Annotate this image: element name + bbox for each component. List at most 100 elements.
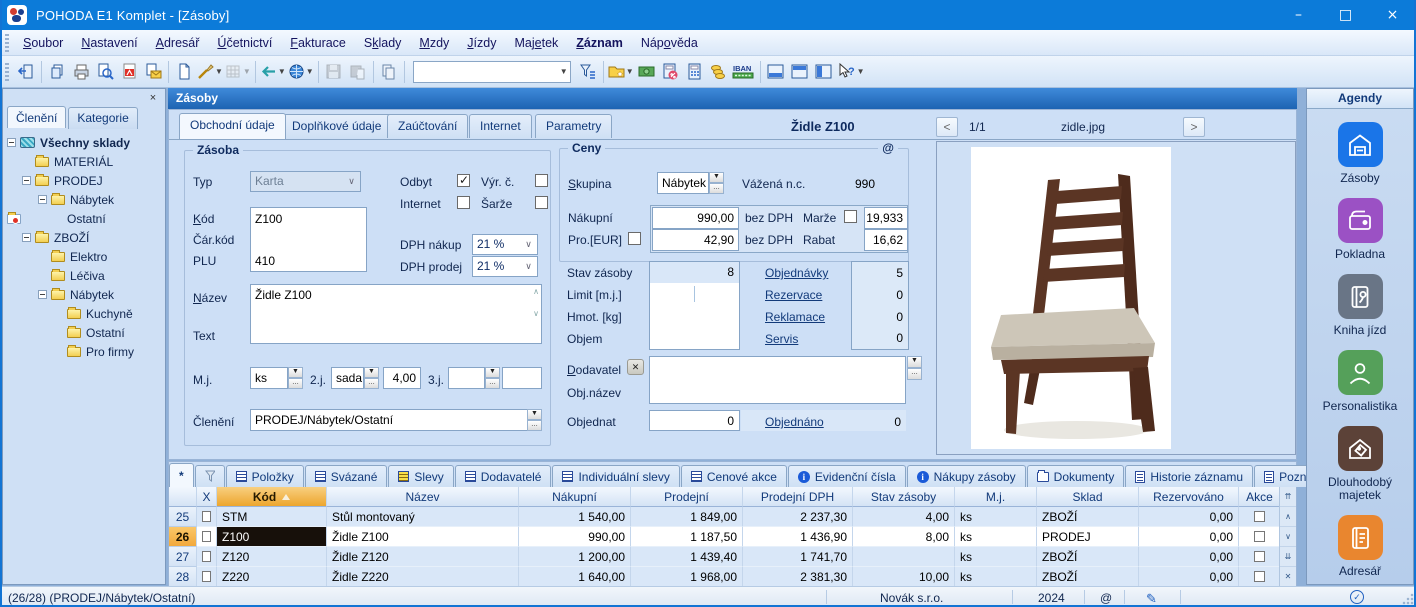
collapse-icon[interactable]: [38, 195, 47, 204]
panel-main-button[interactable]: [788, 60, 812, 84]
rezervovano-cell[interactable]: 0,00: [1139, 507, 1239, 527]
menu-napoveda[interactable]: Nápověda: [632, 32, 707, 54]
kod-cell[interactable]: Z220: [217, 567, 327, 587]
akce-cell[interactable]: [1239, 547, 1281, 567]
agenda-dlouhodoby-majetek[interactable]: Dlouhodobý majetek: [1307, 426, 1413, 502]
more-button[interactable]: …: [709, 183, 724, 194]
collapse-icon[interactable]: [22, 176, 31, 185]
nakupni-header[interactable]: Nákupní: [519, 487, 631, 507]
akce-checkbox[interactable]: [1254, 571, 1265, 582]
table-row-selected[interactable]: 26 Z100 Židle Z100 990,00 1 187,50 1 436…: [169, 527, 1281, 547]
table-row[interactable]: 27 Z120 Židle Z120 1 200,00 1 439,40 1 7…: [169, 547, 1281, 567]
menu-majetek[interactable]: Majetek: [505, 32, 567, 54]
agenda-adresar[interactable]: Adresář: [1307, 515, 1413, 578]
supplier-clear-icon[interactable]: ✕: [627, 359, 644, 375]
tab-parametry[interactable]: Parametry: [535, 114, 612, 138]
exit-agenda-button[interactable]: [14, 60, 38, 84]
skupina-buttons[interactable]: ▼…: [709, 172, 724, 194]
akce-cell[interactable]: [1239, 507, 1281, 527]
mail-document-button[interactable]: [141, 60, 165, 84]
menu-sklady[interactable]: Sklady: [355, 32, 411, 54]
tree-item-elektro[interactable]: Elektro: [7, 247, 161, 266]
sklad-cell[interactable]: PRODEJ: [1037, 527, 1139, 547]
table-row[interactable]: 28 Z220 Židle Z220 1 640,00 1 968,00 2 3…: [169, 567, 1281, 587]
dropdown-button[interactable]: ▼: [527, 409, 542, 420]
nakupni-cell[interactable]: 1 640,00: [519, 567, 631, 587]
tab-cleneni[interactable]: Členění: [7, 106, 66, 128]
resize-grip[interactable]: [1402, 593, 1414, 605]
cleneni-input[interactable]: PRODEJ/Nábytek/Ostatní: [250, 409, 542, 431]
rezervace-link[interactable]: Rezervace: [765, 288, 822, 302]
prodejni-dph-cell[interactable]: 1 741,70: [743, 547, 853, 567]
scroll-up-icon[interactable]: ∧: [1280, 507, 1296, 527]
print-button[interactable]: [69, 60, 93, 84]
prodejni-header[interactable]: Prodejní: [631, 487, 743, 507]
print-preview-button[interactable]: [93, 60, 117, 84]
iban-button[interactable]: IBAN: [731, 60, 757, 84]
nakupni-cell[interactable]: 1 200,00: [519, 547, 631, 567]
more-button[interactable]: …: [907, 368, 922, 380]
menu-soubor[interactable]: Soubor: [14, 32, 72, 54]
tab-dokumenty[interactable]: Dokumenty: [1027, 465, 1125, 487]
back-button[interactable]: ▼: [259, 60, 287, 84]
status-year[interactable]: 2024: [1038, 591, 1065, 605]
mj2-coef-input[interactable]: 4,00: [383, 367, 421, 389]
mj-cell[interactable]: ks: [955, 567, 1037, 587]
tree-item-prodej-nabytek[interactable]: Nábytek: [7, 190, 161, 209]
rezervovano-cell[interactable]: 0,00: [1139, 527, 1239, 547]
cash-button[interactable]: [635, 60, 659, 84]
new-record-button[interactable]: [172, 60, 196, 84]
reklamace-link[interactable]: Reklamace: [765, 310, 825, 324]
rezervovano-header[interactable]: Rezervováno: [1139, 487, 1239, 507]
row-checkbox[interactable]: [202, 531, 211, 542]
menu-jizdy[interactable]: Jízdy: [458, 32, 505, 54]
skupina-input[interactable]: Nábytek: [657, 172, 709, 194]
mj-cell[interactable]: ks: [955, 507, 1037, 527]
kod-cell-active[interactable]: Z100: [217, 527, 327, 547]
panel-bottom-button[interactable]: [764, 60, 788, 84]
agenda-pokladna[interactable]: Pokladna: [1307, 198, 1413, 261]
menu-zaznam[interactable]: Záznam: [567, 32, 632, 54]
mj-header[interactable]: M.j.: [955, 487, 1037, 507]
more-button[interactable]: …: [485, 378, 500, 389]
tree-item-kuchyne[interactable]: Kuchyně: [7, 304, 161, 323]
marze-checkbox[interactable]: [844, 210, 857, 223]
filter-button[interactable]: [576, 60, 600, 84]
menu-fakturace[interactable]: Fakturace: [281, 32, 355, 54]
collapse-icon[interactable]: [38, 290, 47, 299]
panel-side-button[interactable]: [812, 60, 836, 84]
row-checkbox[interactable]: [202, 571, 211, 582]
agenda-folder-button[interactable]: ▼: [607, 60, 635, 84]
dropdown-button[interactable]: ▼: [364, 367, 379, 378]
scroll-down-icon[interactable]: ∨: [1280, 527, 1296, 547]
stav-cell[interactable]: [853, 547, 955, 567]
search-combobox[interactable]: ▼: [413, 61, 571, 83]
row-checkbox[interactable]: [202, 511, 211, 522]
tab-kategorie[interactable]: Kategorie: [68, 107, 137, 129]
prodejni-cell[interactable]: 1 187,50: [631, 527, 743, 547]
edit-record-button[interactable]: ▼: [196, 60, 224, 84]
dropdown-button[interactable]: ▼: [288, 367, 303, 378]
rezervovano-cell[interactable]: 0,00: [1139, 547, 1239, 567]
prodejni-dph-cell[interactable]: 2 381,30: [743, 567, 853, 587]
tree-item-zbozi[interactable]: ZBOŽÍ: [7, 228, 161, 247]
tree-item-zbozi-nabytek[interactable]: Nábytek: [7, 285, 161, 304]
akce-checkbox[interactable]: [1254, 551, 1265, 562]
nazev-cell[interactable]: Stůl montovaný: [327, 507, 519, 527]
dph-prodej-select[interactable]: 21 %∨: [472, 256, 538, 277]
menu-nastaveni[interactable]: Nastavení: [72, 32, 146, 54]
tab-polozky[interactable]: Položky: [226, 465, 304, 487]
copy-button[interactable]: [377, 60, 401, 84]
image-prev-button[interactable]: <: [936, 117, 958, 137]
akce-cell[interactable]: [1239, 567, 1281, 587]
prodejni-cell[interactable]: 1 849,00: [631, 507, 743, 527]
tab-internet[interactable]: Internet: [469, 114, 532, 138]
kod-cell[interactable]: Z120: [217, 547, 327, 567]
nazev-cell[interactable]: Židle Z220: [327, 567, 519, 587]
context-help-button[interactable]: ?▼: [836, 60, 866, 84]
vyrc-checkbox[interactable]: [535, 174, 548, 187]
tab-doplnkove-udaje[interactable]: Doplňkové údaje: [281, 114, 392, 138]
agenda-personalistika[interactable]: Personalistika: [1307, 350, 1413, 413]
internet-checkbox[interactable]: [457, 196, 470, 209]
objednavky-link[interactable]: Objednávky: [765, 266, 828, 280]
